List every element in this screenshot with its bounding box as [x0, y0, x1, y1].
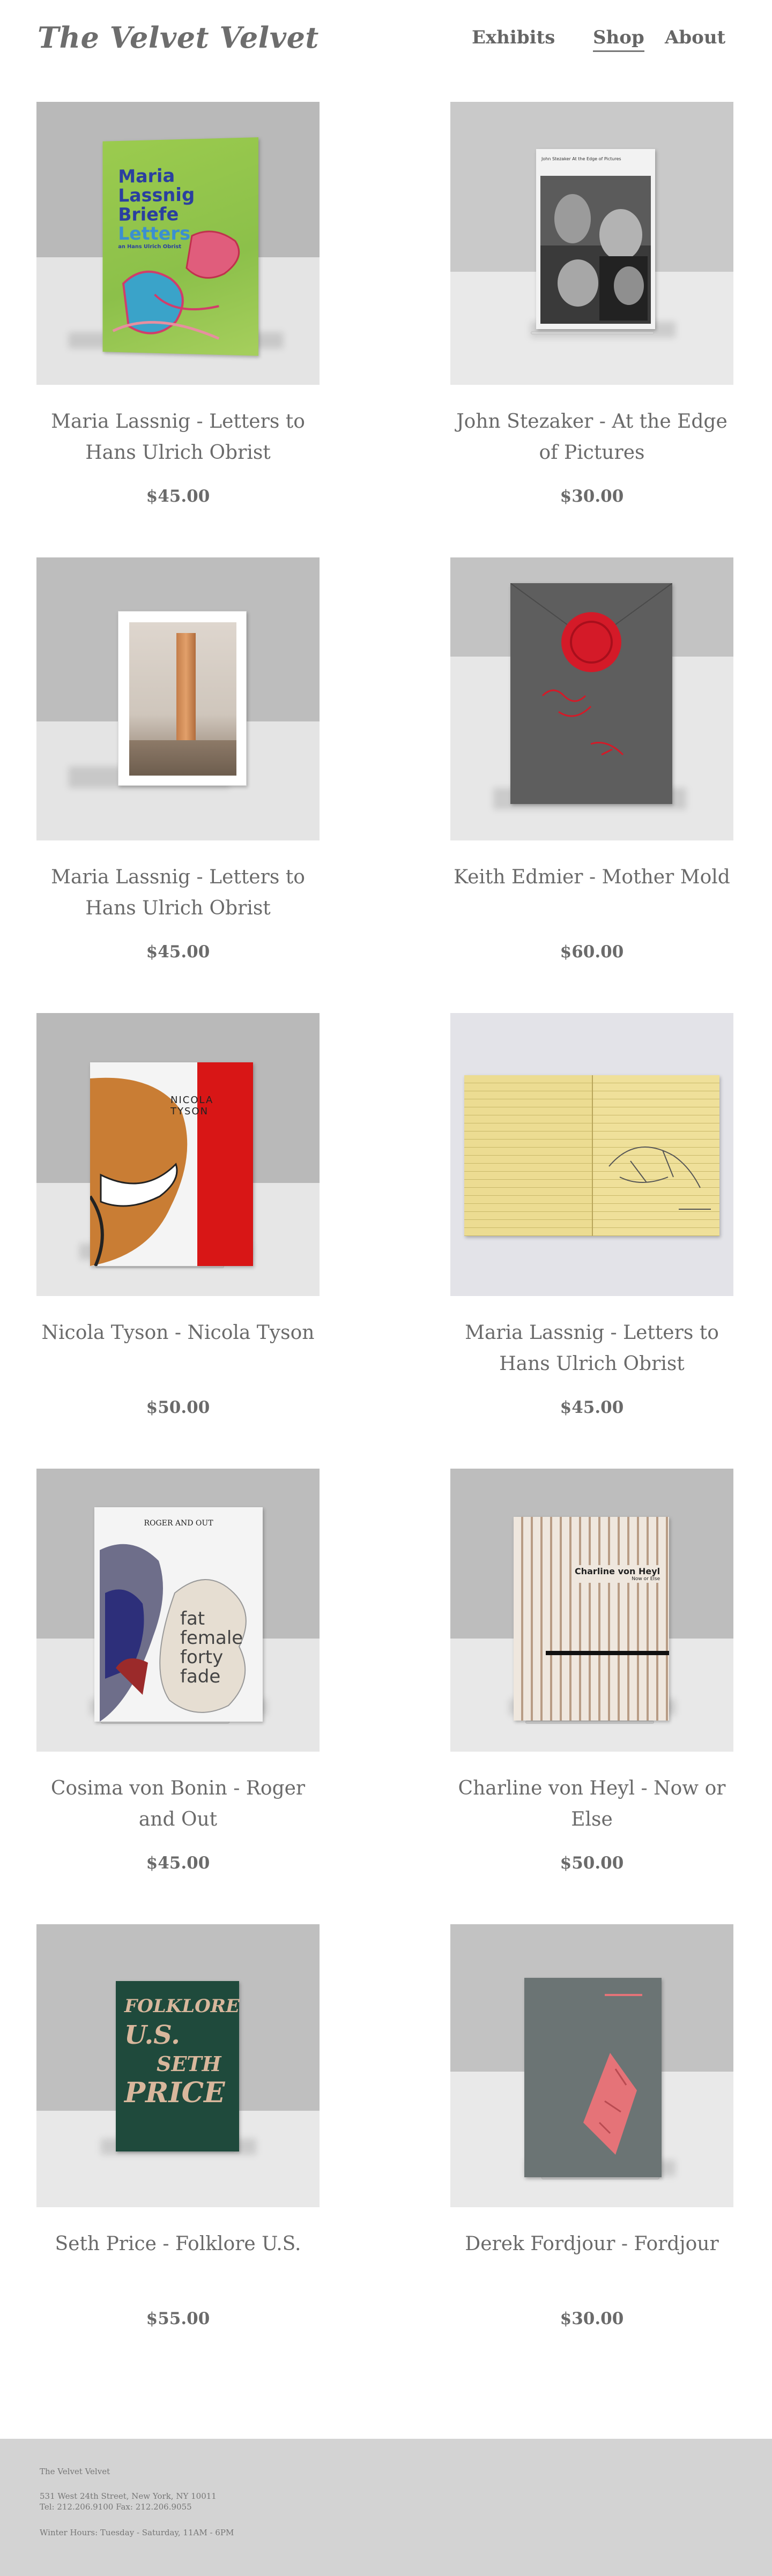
- product-image[interactable]: [450, 557, 733, 840]
- book-cover: [510, 583, 672, 804]
- product-title[interactable]: Nicola Tyson - Nicola Tyson: [36, 1317, 320, 1349]
- product-image[interactable]: [36, 557, 320, 840]
- product-card[interactable]: Derek Fordjour - Fordjour $30.00: [450, 1924, 733, 2364]
- product-card[interactable]: Maria Lassnig - Letters to Hans Ulrich O…: [450, 1013, 733, 1453]
- book-cover: ROGER AND OUT fat female forty fade: [94, 1507, 263, 1722]
- product-title[interactable]: Maria Lassnig - Letters to Hans Ulrich O…: [36, 406, 320, 468]
- main-nav: Exhibits Shop About: [472, 27, 772, 54]
- product-price: $30.00: [560, 2309, 624, 2328]
- product-card[interactable]: NICOLA TYSON Nicola Tyson - Nicola Tyson…: [36, 1013, 320, 1453]
- product-image[interactable]: Charline von Heyl Now or Else: [450, 1469, 733, 1752]
- book-cover: Charline von Heyl Now or Else: [514, 1517, 669, 1721]
- product-price: $50.00: [560, 1853, 624, 1873]
- product-card[interactable]: Maria Lassnig Briefe Letters an Hans Ulr…: [36, 102, 320, 541]
- product-image[interactable]: FOLKLORE U.S. SETH PRICE: [36, 1924, 320, 2207]
- book-cover: [464, 1075, 719, 1236]
- book-cover: FOLKLORE U.S. SETH PRICE: [116, 1981, 240, 2151]
- product-title[interactable]: Charline von Heyl - Now or Else: [450, 1773, 733, 1835]
- book-cover: NICOLA TYSON: [90, 1062, 253, 1266]
- product-image[interactable]: NICOLA TYSON: [36, 1013, 320, 1296]
- product-title[interactable]: Maria Lassnig - Letters to Hans Ulrich O…: [36, 862, 320, 924]
- product-card[interactable]: FOLKLORE U.S. SETH PRICE Seth Price - Fo…: [36, 1924, 320, 2364]
- product-card[interactable]: ROGER AND OUT fat female forty fade Cosi…: [36, 1469, 320, 1908]
- product-card[interactable]: Charline von Heyl Now or Else Charline v…: [450, 1469, 733, 1908]
- book-cover: John Stezaker At the Edge of Pictures: [536, 149, 655, 329]
- product-price: $55.00: [146, 2309, 210, 2328]
- product-image[interactable]: ROGER AND OUT fat female forty fade: [36, 1469, 320, 1752]
- product-card[interactable]: Keith Edmier - Mother Mold $60.00: [450, 557, 733, 997]
- product-price: $60.00: [560, 942, 624, 962]
- product-image[interactable]: Maria Lassnig Briefe Letters an Hans Ulr…: [36, 102, 320, 385]
- footer-address: 531 West 24th Street, New York, NY 10011: [40, 2491, 217, 2501]
- book-cover: [118, 611, 247, 786]
- product-price: $45.00: [560, 1398, 624, 1417]
- product-title[interactable]: Maria Lassnig - Letters to Hans Ulrich O…: [450, 1317, 733, 1380]
- product-price: $45.00: [146, 1853, 210, 1873]
- product-price: $30.00: [560, 487, 624, 506]
- site-logo[interactable]: The Velvet Velvet: [38, 20, 319, 55]
- footer-name: The Velvet Velvet: [40, 2467, 110, 2476]
- site-header: The Velvet Velvet Exhibits Shop About: [0, 0, 772, 80]
- product-title[interactable]: Derek Fordjour - Fordjour: [450, 2229, 733, 2260]
- product-title[interactable]: Cosima von Bonin - Roger and Out: [36, 1773, 320, 1835]
- product-title[interactable]: Seth Price - Folklore U.S.: [36, 2229, 320, 2260]
- book-cover: Maria Lassnig Briefe Letters an Hans Ulr…: [102, 137, 259, 356]
- product-title[interactable]: Keith Edmier - Mother Mold: [450, 862, 733, 893]
- product-price: $45.00: [146, 487, 210, 506]
- site-footer: The Velvet Velvet 531 West 24th Street, …: [0, 2439, 772, 2576]
- footer-hours: Winter Hours: Tuesday - Saturday, 11AM -…: [40, 2528, 234, 2537]
- product-card[interactable]: John Stezaker At the Edge of Pictures Jo…: [450, 102, 733, 541]
- footer-phone: Tel: 212.206.9100 Fax: 212.206.9055: [40, 2502, 192, 2512]
- nav-shop[interactable]: Shop: [593, 27, 644, 52]
- product-image[interactable]: [450, 1924, 733, 2207]
- product-image[interactable]: John Stezaker At the Edge of Pictures: [450, 102, 733, 385]
- nav-exhibits[interactable]: Exhibits: [472, 27, 555, 48]
- product-image[interactable]: [450, 1013, 733, 1296]
- product-price: $45.00: [146, 942, 210, 962]
- product-title[interactable]: John Stezaker - At the Edge of Pictures: [450, 406, 733, 468]
- product-price: $50.00: [146, 1398, 210, 1417]
- nav-about[interactable]: About: [665, 27, 725, 48]
- book-cover: [524, 1978, 662, 2177]
- product-card[interactable]: Maria Lassnig - Letters to Hans Ulrich O…: [36, 557, 320, 997]
